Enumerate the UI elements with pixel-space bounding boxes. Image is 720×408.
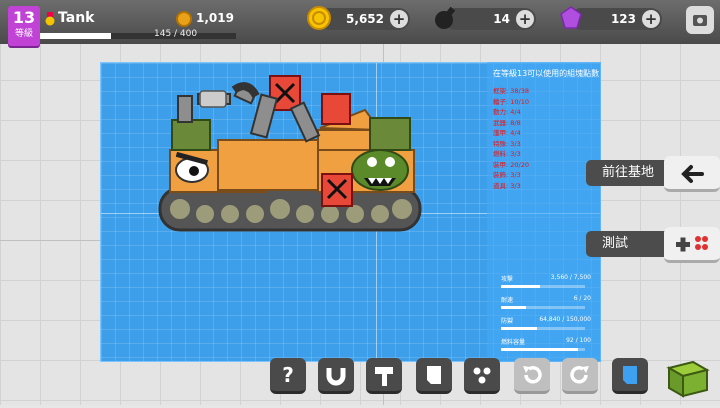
- blueprint-icon: [623, 366, 637, 384]
- block-inventory-button[interactable]: [662, 358, 712, 398]
- undo-icon: [523, 366, 542, 384]
- stat-label: 攻擊: [501, 276, 514, 283]
- xp-bar-fill: [40, 33, 111, 39]
- requirement-item: 護甲: 4/4: [493, 129, 521, 137]
- magnet-tool-button[interactable]: [318, 358, 354, 394]
- requirement-item: 裝飾: 3/3: [493, 171, 521, 179]
- tank-vehicle[interactable]: [150, 70, 430, 240]
- stat-bar: [501, 306, 585, 309]
- stat-bar: [501, 348, 585, 351]
- medal-icon: [45, 12, 55, 26]
- stat-value: 6 / 20: [573, 295, 591, 302]
- test-button[interactable]: 測試: [586, 227, 720, 263]
- level-badge: 13 等級: [8, 6, 40, 46]
- bomb-icon: [435, 6, 456, 29]
- stat-value: 3,560 / 7,500: [550, 274, 591, 281]
- blueprint-button[interactable]: [612, 358, 648, 394]
- stat-bar: [501, 327, 585, 330]
- gem-icon: [560, 6, 582, 29]
- requirement-item: 框架: 38/38: [493, 87, 529, 95]
- camera-icon: [693, 15, 707, 26]
- undo-button[interactable]: [514, 358, 550, 394]
- level-label: 等級: [14, 29, 33, 39]
- xp-bar: [40, 33, 236, 39]
- gamepad-icon: [664, 227, 720, 263]
- requirement-item: 燃料: 3/3: [493, 150, 521, 158]
- magnet-icon: [326, 368, 346, 386]
- help-button[interactable]: ?: [270, 358, 306, 394]
- level-number: 13: [12, 8, 36, 27]
- hammer-tool-button[interactable]: [366, 358, 402, 394]
- stat-bar-fill: [501, 327, 538, 330]
- camera-button[interactable]: [686, 6, 714, 34]
- gem-value: 123: [610, 12, 636, 26]
- stat-value: 64,840 / 150,000: [539, 316, 591, 323]
- add-gems-button[interactable]: +: [642, 10, 660, 28]
- requirement-item: 道具: 3/3: [493, 181, 521, 190]
- go-base-label: 前往基地: [586, 160, 668, 186]
- stat-label: 耐速: [501, 297, 514, 304]
- redo-icon: [570, 366, 589, 384]
- xp-text: 145 / 400: [154, 29, 198, 39]
- stat-label: 防禦: [501, 318, 514, 325]
- paper-icon: [427, 366, 441, 384]
- stat-value: 92 / 100: [566, 337, 591, 344]
- redo-button[interactable]: [562, 358, 598, 394]
- add-ammo-button[interactable]: +: [516, 10, 534, 28]
- requirement-item: 特殊: 3/3: [493, 139, 521, 148]
- requirement-item: 輪子: 10/10: [493, 97, 529, 106]
- paper-tool-button[interactable]: [416, 358, 452, 394]
- player-name: Tank: [58, 10, 95, 26]
- blueprint-header: 在等級13可以使用的組塊點數: [493, 69, 600, 78]
- player-coins: 1,019: [196, 11, 234, 25]
- requirement-item: 動力: 4/4: [493, 108, 521, 116]
- requirement-item: 裝甲: 20/20: [493, 160, 529, 169]
- ammo-value: 14: [493, 12, 510, 26]
- back-arrow-icon: [664, 156, 720, 192]
- dots-icon: [473, 367, 491, 384]
- add-gold-button[interactable]: +: [390, 10, 408, 28]
- requirement-item: 武器: 8/8: [493, 118, 521, 127]
- stat-bar-fill: [501, 306, 527, 309]
- tank-face-right: [351, 149, 409, 191]
- go-base-button[interactable]: 前往基地: [586, 156, 720, 192]
- blueprint-info-panel: 在等級13可以使用的組塊點數 框架: 38/38 輪子: 10/10 動力: 4/4…: [487, 62, 601, 362]
- coin-icon: [176, 11, 192, 27]
- gold-value: 5,652: [346, 12, 384, 26]
- hammer-icon: [375, 367, 393, 386]
- stat-bar-fill: [501, 348, 579, 351]
- stat-bar-fill: [501, 285, 541, 288]
- green-block-icon: [666, 360, 710, 398]
- stat-label: 燃料容量: [501, 339, 526, 346]
- test-label: 測試: [586, 231, 668, 257]
- stat-bar: [501, 285, 585, 288]
- gold-coin-icon: [307, 6, 331, 30]
- pieces-tool-button[interactable]: [464, 358, 500, 394]
